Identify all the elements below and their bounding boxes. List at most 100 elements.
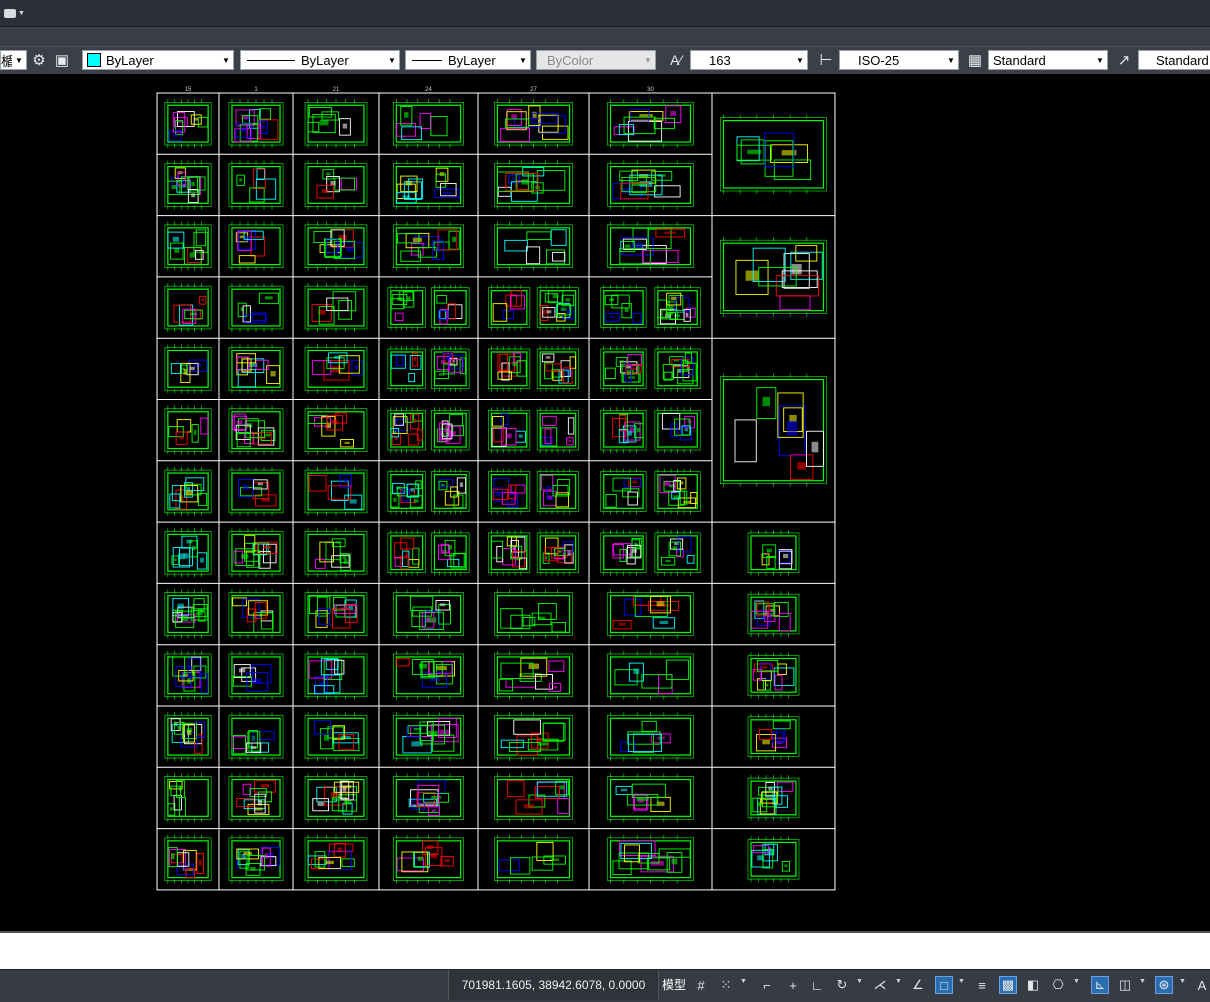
linetype-combo[interactable]: ByLayer ▼ xyxy=(240,50,400,70)
floor-plan-thumbnail xyxy=(536,468,579,515)
floor-plan-thumbnail xyxy=(536,407,579,454)
make-current-layer-icon[interactable]: ▣ xyxy=(52,50,72,70)
floor-plan-thumbnail xyxy=(720,373,827,487)
selection-filter-icon[interactable]: ◫ xyxy=(1116,976,1134,994)
polar-icon[interactable]: ↻ xyxy=(833,976,851,994)
chevron-down-icon[interactable]: ▼ xyxy=(1179,978,1186,985)
floor-plan-thumbnail xyxy=(431,468,470,515)
floor-plan-thumbnail xyxy=(387,529,426,576)
floor-plan-thumbnail xyxy=(387,468,426,515)
floor-plan-thumbnail xyxy=(164,344,212,394)
multileader-style-value: Standard xyxy=(1156,52,1209,68)
floor-plan-thumbnail xyxy=(488,407,531,454)
status-bar: 701981.1605, 38942.6078, 0.0000 模型 # ⁙ ▼… xyxy=(0,969,1210,1002)
annotation-icon[interactable]: A xyxy=(1193,976,1210,994)
color-combo[interactable]: ByLayer ▼ xyxy=(82,50,234,70)
floor-plan-thumbnail xyxy=(304,344,368,394)
selection-cycling-icon[interactable]: ◧ xyxy=(1024,976,1042,994)
floor-plan-thumbnail xyxy=(164,834,212,884)
osnap-tracking-icon[interactable]: ∠ xyxy=(909,976,927,994)
grid-icon[interactable]: # xyxy=(692,976,710,994)
lineweight-icon[interactable]: ≡ xyxy=(973,976,991,994)
isodraft-icon[interactable]: ⋌ xyxy=(871,976,889,994)
chevron-down-icon[interactable]: ▼ xyxy=(740,978,747,985)
floor-plan-thumbnail xyxy=(600,345,647,392)
floor-plan-thumbnail xyxy=(431,407,470,454)
floor-plan-thumbnail xyxy=(228,467,284,516)
text-style-value: 163 xyxy=(709,52,731,68)
command-line[interactable] xyxy=(0,931,1210,971)
linetype-preview xyxy=(247,59,295,61)
gizmo-icon[interactable]: ⊛ xyxy=(1155,976,1173,994)
properties-toolbar: 楯 ▼ ⚙ ▣ ByLayer ▼ ByLayer ▼ ByLayer ▼ By… xyxy=(0,46,1210,75)
ortho-icon[interactable]: ∟ xyxy=(808,976,826,994)
floor-plan-thumbnail xyxy=(494,712,573,762)
dimension-style-icon[interactable]: ⊢ xyxy=(816,50,836,70)
transparency-icon[interactable]: ▩ xyxy=(999,976,1017,994)
chevron-down-icon[interactable]: ▼ xyxy=(1139,978,1146,985)
infer-constraints-icon[interactable]: ⌐ xyxy=(758,976,776,994)
app-menu-button[interactable]: ▼ xyxy=(4,6,26,20)
floor-plan-thumbnail xyxy=(536,284,579,331)
chevron-down-icon[interactable]: ▼ xyxy=(1073,978,1080,985)
floor-plan-thumbnail xyxy=(228,773,284,823)
chevron-down-icon: ▼ xyxy=(796,55,804,65)
table-style-combo[interactable]: Standard ▼ xyxy=(988,50,1108,70)
dynamic-ucs-icon[interactable]: ⊾ xyxy=(1091,976,1109,994)
layer-name: 楯 xyxy=(1,53,12,69)
floor-plan-thumbnail xyxy=(164,405,212,455)
layer-properties-gear-icon[interactable]: ⚙ xyxy=(29,50,49,70)
floor-plan-thumbnail xyxy=(494,99,573,149)
dim-style-combo[interactable]: ISO-25 ▼ xyxy=(839,50,959,70)
floor-plan-thumbnail xyxy=(393,99,464,149)
column-number: 1 xyxy=(254,87,258,93)
dynamic-input-icon[interactable]: + xyxy=(784,976,802,994)
text-style-combo[interactable]: 163 ▼ xyxy=(690,50,808,70)
chevron-down-icon[interactable]: ▼ xyxy=(895,978,902,985)
floor-plan-thumbnail xyxy=(536,529,579,576)
floor-plan-thumbnail xyxy=(304,99,368,149)
linetype-value: ByLayer xyxy=(301,52,349,68)
text-style-icon[interactable]: A⁄ xyxy=(666,50,686,70)
floor-plan-thumbnail xyxy=(393,650,464,700)
floor-plan-thumbnail xyxy=(488,468,531,515)
floor-plan-thumbnail xyxy=(387,345,426,392)
lineweight-preview xyxy=(412,59,442,61)
coordinate-display[interactable]: 701981.1605, 38942.6078, 0.0000 xyxy=(448,970,659,1000)
table-style-icon[interactable]: ▦ xyxy=(965,50,985,70)
floor-plan-thumbnail xyxy=(747,713,800,760)
multileader-style-icon[interactable]: ↗ xyxy=(1114,50,1134,70)
chevron-down-icon[interactable]: ▼ xyxy=(856,978,863,985)
floor-plan-thumbnail xyxy=(607,221,694,271)
color-swatch xyxy=(87,53,101,67)
chevron-down-icon[interactable]: ▼ xyxy=(958,978,965,985)
dim-style-value: ISO-25 xyxy=(858,52,900,68)
plotstyle-value: ByColor xyxy=(547,52,594,68)
snap-icon[interactable]: ⁙ xyxy=(717,976,735,994)
multileader-style-combo[interactable]: Standard xyxy=(1138,50,1210,70)
floor-plan-thumbnail xyxy=(304,528,368,578)
floor-plan-thumbnail xyxy=(387,284,426,331)
floor-plan-thumbnail xyxy=(654,407,701,454)
column-number: 21 xyxy=(333,87,340,93)
floor-plan-thumbnail xyxy=(228,589,284,639)
model-space-button[interactable]: 模型 xyxy=(662,976,686,993)
floor-plan-thumbnail xyxy=(228,344,284,394)
3d-osnap-icon[interactable]: ⎔ xyxy=(1049,976,1067,994)
drawing-canvas[interactable]: 15 1 21 24 27 30 xyxy=(0,74,1210,930)
chevron-down-icon: ▼ xyxy=(388,55,396,65)
floor-plan-thumbnail xyxy=(494,221,573,271)
floor-plan-thumbnail xyxy=(164,467,212,516)
floor-plan-thumbnail xyxy=(228,283,284,332)
plotstyle-combo: ByColor ▼ xyxy=(536,50,656,70)
floor-plan-thumbnail xyxy=(228,160,284,210)
floor-plan-thumbnail xyxy=(720,237,827,317)
osnap-icon[interactable]: □ xyxy=(935,976,953,994)
lineweight-combo[interactable]: ByLayer ▼ xyxy=(405,50,531,70)
floor-plan-thumbnail xyxy=(228,528,284,578)
floor-plan-thumbnail xyxy=(607,773,694,823)
floor-plan-thumbnail xyxy=(747,652,800,699)
floor-plan-thumbnail xyxy=(720,114,827,195)
floor-plan-thumbnail xyxy=(494,650,573,700)
layer-combo[interactable]: 楯 ▼ xyxy=(0,50,27,70)
